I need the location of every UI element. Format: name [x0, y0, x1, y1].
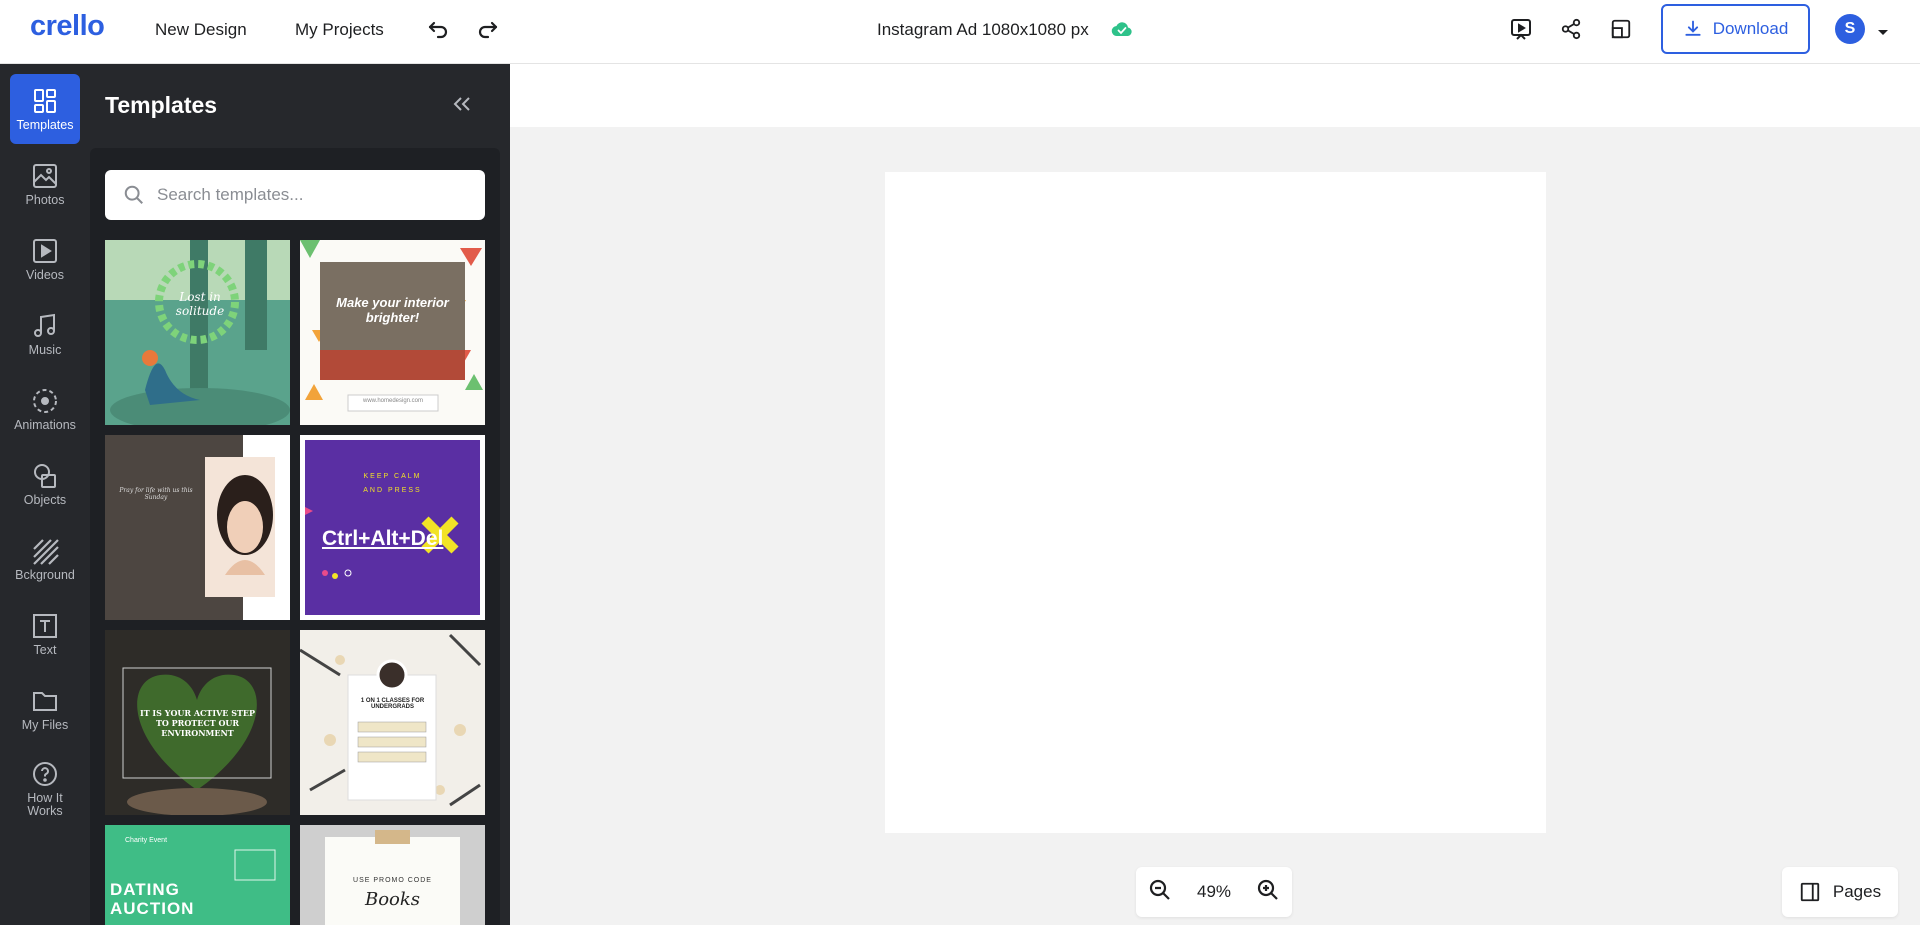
- chevron-down-icon[interactable]: [1877, 24, 1889, 42]
- search-box[interactable]: [105, 170, 485, 220]
- template-subtext: Charity Event: [125, 837, 168, 844]
- photos-icon: [33, 163, 57, 188]
- objects-icon: [34, 463, 56, 488]
- download-icon: [1685, 20, 1701, 36]
- left-rail: Templates Photos Videos Music Animations…: [0, 64, 90, 925]
- download-button[interactable]: Download: [1661, 4, 1810, 54]
- template-text: Make your interior brighter!: [336, 295, 449, 325]
- music-icon: [34, 313, 55, 337]
- videos-icon: [33, 238, 57, 263]
- template-text: Books: [364, 889, 421, 910]
- resize-icon[interactable]: [1607, 15, 1635, 43]
- templates-list: Lost in solitude Make your interior brig…: [90, 148, 500, 925]
- share-icon[interactable]: [1557, 15, 1585, 43]
- template-card[interactable]: Pray for life with us this Sunday: [105, 435, 290, 620]
- crello-logo[interactable]: crello: [30, 10, 105, 43]
- my-projects-link[interactable]: My Projects: [295, 20, 384, 40]
- rail-label: Photos: [25, 192, 65, 207]
- document-title[interactable]: Instagram Ad 1080x1080 px: [877, 20, 1089, 40]
- zoom-controls: 49%: [1136, 867, 1292, 917]
- template-card[interactable]: KEEP CALM AND PRESS Ctrl+Alt+Del: [300, 435, 485, 620]
- panel-title: Templates: [105, 92, 218, 118]
- rail-item-how-it-works[interactable]: How It Works: [10, 749, 80, 829]
- text-icon: [33, 613, 57, 638]
- avatar[interactable]: S: [1835, 14, 1865, 44]
- download-label: Download: [1712, 19, 1789, 38]
- top-bar: crello New Design My Projects Instagram …: [0, 0, 1920, 64]
- pages-label: Pages: [1832, 882, 1882, 901]
- folder-icon: [33, 691, 57, 711]
- rail-label: Text: [33, 642, 57, 657]
- rail-label: Templates: [16, 117, 74, 132]
- template-card[interactable]: Charity Event DATING AUCTION: [105, 825, 290, 925]
- rail-label: Animations: [14, 417, 76, 432]
- rail-item-music[interactable]: Music: [10, 299, 80, 369]
- rail-label: Objects: [23, 492, 67, 507]
- template-subtext: KEEP CALM AND PRESS: [363, 473, 422, 494]
- template-text: Lost in solitude: [175, 290, 225, 318]
- templates-icon: [34, 88, 56, 113]
- rail-item-videos[interactable]: Videos: [10, 224, 80, 294]
- rail-label: Music: [28, 342, 62, 357]
- template-text: 1 ON 1 CLASSES FOR UNDERGRADS: [360, 698, 425, 710]
- template-card[interactable]: USE PROMO CODE Books: [300, 825, 485, 925]
- templates-panel: Templates Lost in solitude: [90, 64, 510, 925]
- animations-icon: [33, 388, 57, 413]
- rail-item-templates[interactable]: Templates: [10, 74, 80, 144]
- rail-item-animations[interactable]: Animations: [10, 374, 80, 444]
- zoom-level[interactable]: 49%: [1197, 882, 1231, 902]
- collapse-panel-icon[interactable]: [452, 96, 472, 117]
- template-text: Ctrl+Alt+Del: [322, 527, 444, 550]
- template-text: DATING AUCTION: [110, 880, 195, 918]
- undo-icon[interactable]: [424, 16, 452, 44]
- new-design-link[interactable]: New Design: [155, 20, 247, 40]
- rail-item-objects[interactable]: Objects: [10, 449, 80, 519]
- template-card[interactable]: Make your interior brighter! www.homedes…: [300, 240, 485, 425]
- template-text: Pray for life with us this Sunday: [119, 487, 193, 501]
- rail-item-my-files[interactable]: My Files: [10, 674, 80, 744]
- pages-icon: [1800, 882, 1820, 902]
- template-card[interactable]: IT IS YOUR ACTIVE STEP TO PROTECT OUR EN…: [105, 630, 290, 815]
- template-subtext: USE PROMO CODE: [353, 877, 432, 884]
- rail-label: How It Works: [27, 791, 63, 818]
- search-icon: [124, 185, 143, 204]
- zoom-in-icon[interactable]: [1256, 878, 1280, 907]
- rail-item-background[interactable]: Bckground: [10, 524, 80, 594]
- rail-label: Bckground: [15, 567, 75, 582]
- rail-label: My Files: [21, 717, 69, 732]
- redo-icon[interactable]: [474, 16, 502, 44]
- rail-label: Videos: [26, 267, 64, 282]
- template-text: IT IS YOUR ACTIVE STEP TO PROTECT OUR EN…: [139, 708, 256, 738]
- cloud-saved-icon: [1111, 20, 1133, 43]
- search-input[interactable]: [157, 185, 457, 205]
- help-icon: [33, 762, 57, 786]
- pages-button[interactable]: Pages: [1782, 867, 1898, 917]
- template-card[interactable]: Lost in solitude: [105, 240, 290, 425]
- artboard[interactable]: [885, 172, 1546, 833]
- rail-item-text[interactable]: Text: [10, 599, 80, 669]
- background-icon: [33, 538, 59, 565]
- template-subtext: www.homedesign.com: [362, 398, 424, 404]
- zoom-out-icon[interactable]: [1148, 878, 1172, 907]
- template-card[interactable]: 1 ON 1 CLASSES FOR UNDERGRADS: [300, 630, 485, 815]
- rail-item-photos[interactable]: Photos: [10, 149, 80, 219]
- canvas-toolbar: [510, 64, 1920, 127]
- present-icon[interactable]: [1507, 15, 1535, 43]
